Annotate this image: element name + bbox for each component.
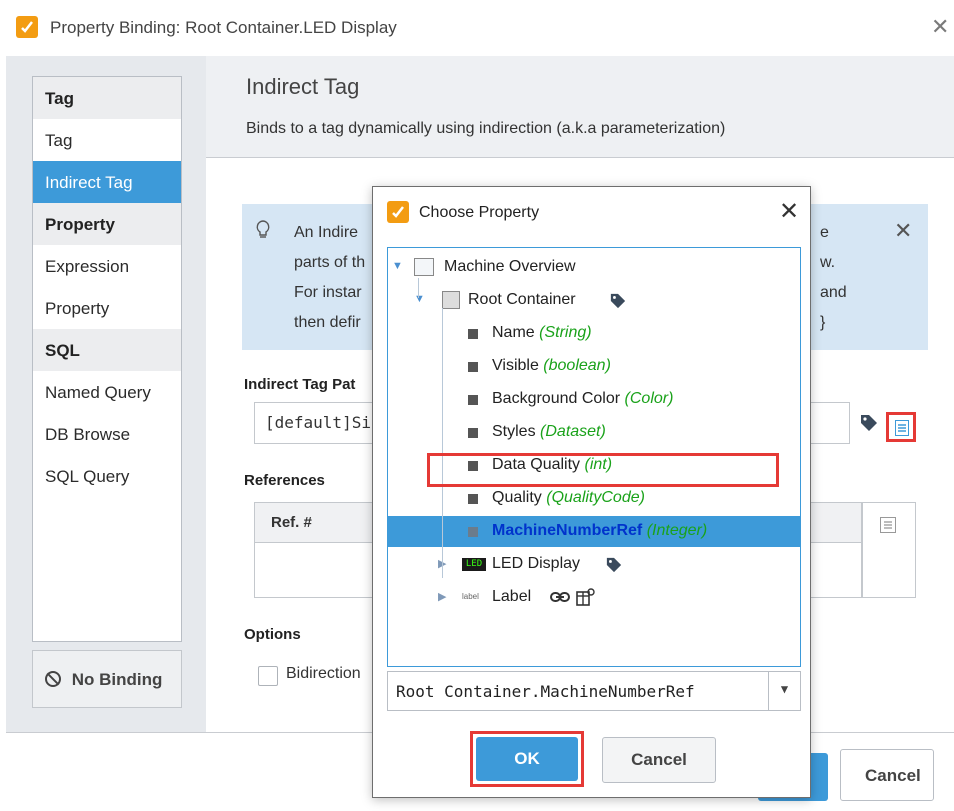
info-line-4-tail: }	[820, 314, 826, 331]
info-line-3: For instar	[294, 284, 362, 301]
modal-ok-button[interactable]: OK	[476, 737, 578, 781]
tree-item-label: Background Color	[492, 390, 621, 407]
tree-item-label: Name	[492, 324, 535, 341]
info-line-1-tail: e	[820, 224, 829, 241]
list-icon	[895, 420, 909, 436]
options-label: Options	[244, 626, 301, 643]
tag-icon	[606, 557, 622, 578]
references-edit-panel	[862, 502, 916, 598]
label-component-icon: label	[462, 592, 479, 601]
sidebar-item-property[interactable]: Property	[33, 287, 181, 329]
chevron-down-icon[interactable]: ▼	[768, 672, 800, 710]
tree-item-styles[interactable]: Styles (Dataset)	[388, 417, 800, 448]
tree-item-label: Quality	[492, 489, 542, 506]
sidebar-item-db-browse[interactable]: DB Browse	[33, 413, 181, 455]
content-description: Binds to a tag dynamically using indirec…	[246, 120, 726, 137]
choose-property-dialog: Choose Property ✕ ▼ Machine Overview ▼ R…	[372, 186, 811, 798]
property-icon	[468, 428, 478, 438]
tree-item-visible[interactable]: Visible (boolean)	[388, 351, 800, 382]
content-title: Indirect Tag	[246, 74, 360, 99]
property-icon	[468, 494, 478, 504]
expand-toggle-icon[interactable]: ▼	[392, 260, 403, 272]
info-line-1: An Indire	[294, 224, 359, 241]
modal-cancel-button[interactable]: Cancel	[602, 737, 716, 783]
app-icon	[387, 201, 409, 223]
led-display-icon: LED	[462, 558, 486, 571]
tree-item-label: Machine Overview	[444, 258, 576, 275]
bidirectional-label: Bidirection	[286, 665, 361, 682]
no-binding-button[interactable]: No Binding	[32, 650, 182, 708]
main-close-icon[interactable]: ✕	[931, 14, 949, 40]
app-icon	[16, 16, 38, 38]
sidebar-item-tag[interactable]: Tag	[33, 119, 181, 161]
info-line-4: then defir	[294, 314, 361, 331]
references-label: References	[244, 472, 325, 489]
modal-close-icon[interactable]: ✕	[779, 197, 799, 226]
tree-item-label: Root Container	[468, 291, 576, 308]
tree-item-type: (boolean)	[543, 357, 611, 374]
expand-toggle-icon[interactable]: ▼	[414, 293, 425, 305]
tree-item-quality[interactable]: Quality (QualityCode)	[388, 483, 800, 514]
sidebar-header-sql: SQL	[33, 329, 181, 371]
window-icon	[414, 258, 434, 276]
content-header: Indirect Tag Binds to a tag dynamically …	[206, 56, 954, 158]
expand-toggle-icon[interactable]: ▶	[438, 590, 446, 603]
tree-item-label: Label	[492, 588, 532, 605]
selected-property-path-select[interactable]: Root Container.MachineNumberRef ▼	[387, 671, 801, 711]
choose-property-title: Choose Property	[419, 204, 540, 221]
info-line-2: parts of th	[294, 254, 366, 271]
tree-item-label: LED Display	[492, 555, 581, 572]
sidebar-header-tag: Tag	[33, 77, 181, 119]
main-dialog-title: Property Binding: Root Container.LED Dis…	[50, 18, 397, 37]
tag-icon[interactable]	[860, 414, 878, 437]
tree-item-type: (Dataset)	[540, 423, 606, 440]
tree-connector	[418, 278, 419, 298]
binding-type-sidebar: Tag Tag Indirect Tag Property Expression…	[32, 76, 182, 642]
info-line-3-tail: and	[820, 284, 847, 301]
tree-item-type: (Integer)	[646, 522, 708, 539]
info-close-icon[interactable]: ✕	[894, 218, 912, 244]
tree-item-label: Styles	[492, 423, 536, 440]
sidebar-item-named-query[interactable]: Named Query	[33, 371, 181, 413]
property-icon	[468, 329, 478, 339]
ref-number-column-header[interactable]: Ref. #	[271, 514, 312, 531]
tree-item-root-container[interactable]: ▼ Root Container	[388, 285, 800, 316]
container-icon	[442, 291, 460, 309]
tree-item-name[interactable]: Name (String)	[388, 318, 800, 349]
list-icon[interactable]	[880, 517, 896, 533]
selected-property-path: Root Container.MachineNumberRef	[396, 682, 695, 701]
tree-item-type: (String)	[539, 324, 592, 341]
tag-icon	[610, 293, 626, 314]
tree-item-type: (Color)	[624, 390, 674, 407]
sidebar-item-indirect-tag[interactable]: Indirect Tag	[33, 161, 181, 203]
sidebar-item-expression[interactable]: Expression	[33, 245, 181, 287]
info-line-2-tail: w.	[820, 254, 836, 271]
property-icon	[468, 395, 478, 405]
tree-item-label: MachineNumberRef	[492, 522, 643, 539]
lightbulb-icon	[256, 220, 270, 245]
tree-item-type: (QualityCode)	[546, 489, 645, 506]
sidebar-header-property: Property	[33, 203, 181, 245]
dataset-icon	[576, 588, 596, 611]
tree-item-led-display[interactable]: ▶ LED LED Display	[388, 549, 800, 580]
bidirectional-checkbox[interactable]	[258, 666, 278, 686]
tree-item-machine-overview[interactable]: ▼ Machine Overview	[388, 252, 800, 283]
tree-item-background-color[interactable]: Background Color (Color)	[388, 384, 800, 415]
no-binding-icon	[45, 671, 61, 687]
no-binding-label: No Binding	[71, 670, 163, 689]
main-titlebar: Property Binding: Root Container.LED Dis…	[6, 0, 954, 56]
tree-item-label: Visible	[492, 357, 539, 374]
sidebar-item-sql-query[interactable]: SQL Query	[33, 455, 181, 497]
browse-property-button[interactable]	[886, 412, 916, 442]
tree-connector	[442, 308, 443, 578]
property-icon	[468, 527, 478, 537]
link-icon	[550, 590, 570, 609]
selection-highlight-box	[427, 453, 779, 487]
tree-item-label-component[interactable]: ▶ label Label	[388, 582, 800, 613]
property-icon	[468, 362, 478, 372]
indirect-tag-path-label: Indirect Tag Pat	[244, 376, 356, 393]
tree-item-machine-number-ref[interactable]: MachineNumberRef (Integer)	[388, 516, 800, 547]
main-cancel-button[interactable]: Cancel	[840, 749, 934, 801]
